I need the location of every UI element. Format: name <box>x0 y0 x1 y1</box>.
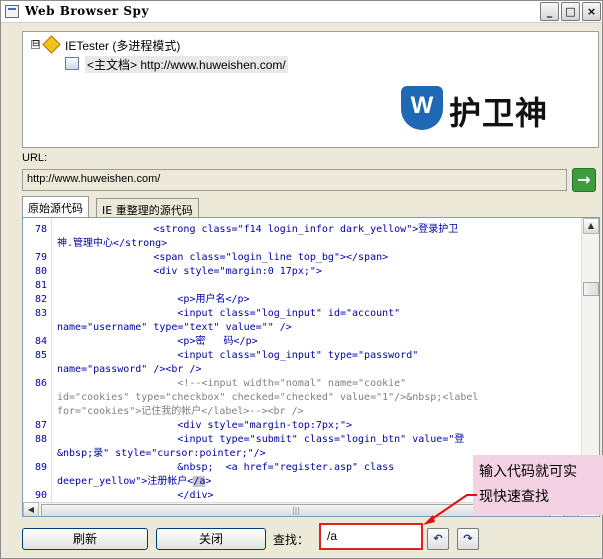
code-line: 79 <span class="login_line top_bg"></spa… <box>23 251 579 265</box>
code-line: 神.管理中心</strong> <box>23 237 579 251</box>
title-bar: Web Browser Spy _ □ × <box>1 1 602 23</box>
tab-ie-source[interactable]: IE 重整理的源代码 <box>96 198 199 217</box>
annotation-arrow-icon <box>423 494 477 525</box>
url-field[interactable]: http://www.huweishen.com/ <box>22 169 567 191</box>
line-number: 84 <box>34 336 47 347</box>
tree-document-item[interactable]: <主文档> http://www.huweishen.com/ <box>85 56 288 73</box>
scroll-up-icon[interactable]: ▲ <box>583 218 599 234</box>
browser-spy-window: Web Browser Spy _ □ × ⊟ IETester (多进程模式)… <box>0 0 603 559</box>
document-icon <box>65 57 79 70</box>
line-text: name="password" /><br /> <box>57 364 202 375</box>
code-line: 85 <input class="log_input" type="passwo… <box>23 349 579 363</box>
line-number: 89 <box>34 462 47 473</box>
line-number: 78 <box>34 224 47 235</box>
arrow-right-icon: → <box>577 170 591 189</box>
line-text: </div> <box>57 490 214 501</box>
url-label: URL: <box>22 152 48 164</box>
line-text: <strong class="f14 login_infor dark_yell… <box>57 224 459 235</box>
vertical-scroll-thumb[interactable] <box>583 282 599 296</box>
ietester-icon <box>42 35 61 54</box>
line-text: <span class="login_line top_bg"></span> <box>57 252 389 263</box>
code-line: 87 <div style="margin-top:7px;"> <box>23 419 579 433</box>
find-next-icon[interactable]: ↷ <box>457 528 479 550</box>
line-text: name="username" type="text" value="" /> <box>57 322 292 333</box>
line-number: 88 <box>34 434 47 445</box>
code-line: name="password" /><br /> <box>23 363 579 377</box>
app-icon <box>5 5 19 18</box>
minimize-icon: _ <box>546 5 553 18</box>
scroll-left-icon[interactable]: ◀ <box>23 502 39 516</box>
search-match-highlight: /a <box>193 476 206 487</box>
line-text: &nbsp;录" style="cursor:pointer;"/> <box>57 448 266 459</box>
line-text: id="cookies" type="checkbox" checked="ch… <box>57 392 479 403</box>
line-number: 80 <box>34 266 47 277</box>
logo-letter: W <box>410 92 434 119</box>
close-dialog-button[interactable]: 关闭 <box>156 528 266 550</box>
document-tree: ⊟ IETester (多进程模式) <主文档> http://www.huwe… <box>22 31 599 148</box>
code-line: 86 <!--<input width="nomal" name="cookie… <box>23 377 579 391</box>
shield-logo-icon: W <box>401 86 443 130</box>
line-number: 86 <box>34 378 47 389</box>
code-line: 81 <box>23 279 579 293</box>
line-text: 神.管理中心</strong> <box>57 238 168 249</box>
line-number: 82 <box>34 294 47 305</box>
code-line: id="cookies" type="checkbox" checked="ch… <box>23 391 579 405</box>
code-line: 78 <strong class="f14 login_infor dark_y… <box>23 223 579 237</box>
code-line: 80 <div style="margin:0 17px;"> <box>23 265 579 279</box>
line-number: 79 <box>34 252 47 263</box>
code-line: for="cookies">记住我的帐户</label>--><br /> <box>23 405 579 419</box>
code-line: 83 <input class="log_input" id="account" <box>23 307 579 321</box>
code-line: name="username" type="text" value="" /> <box>23 321 579 335</box>
line-text: &nbsp; <a href="register.asp" class <box>57 462 395 473</box>
line-number: 85 <box>34 350 47 361</box>
annotation-callout: 输入代码就可实 现快速查找 <box>473 455 603 515</box>
line-text: <input class="log_input" id="account" <box>57 308 401 319</box>
annotation-line-1: 输入代码就可实 <box>479 464 577 480</box>
refresh-button[interactable]: 刷新 <box>22 528 148 550</box>
line-text: <input type="submit" class="login_btn" v… <box>57 434 465 445</box>
code-line: 82 <p>用户名</p> <box>23 293 579 307</box>
go-button[interactable]: → <box>572 168 596 192</box>
huweishen-logo: W 护卫神 <box>401 86 571 132</box>
logo-text: 护卫神 <box>449 94 549 132</box>
find-label: 查找： <box>273 533 310 547</box>
code-line: 88 <input type="submit" class="login_btn… <box>23 433 579 447</box>
line-text: <p>用户名</p> <box>57 294 250 305</box>
line-text: <div style="margin:0 17px;"> <box>57 266 322 277</box>
line-text: <div style="margin-top:7px;"> <box>57 420 353 431</box>
annotation-line-2: 现快速查找 <box>479 489 549 505</box>
line-number: 83 <box>34 308 47 319</box>
find-input[interactable]: /a <box>319 523 423 550</box>
code-line: 84 <p>密 码</p> <box>23 335 579 349</box>
line-text: <p>密 码</p> <box>57 336 258 347</box>
window-title: Web Browser Spy <box>25 4 149 18</box>
line-number: 87 <box>34 420 47 431</box>
line-text: <input class="log_input" type="password" <box>57 350 419 361</box>
close-button[interactable]: × <box>582 2 601 21</box>
tree-collapse-icon[interactable]: ⊟ <box>31 40 40 49</box>
line-text: <!--<input width="nomal" name="cookie" <box>57 378 407 389</box>
tree-root-item[interactable]: IETester (多进程模式) <box>65 37 180 54</box>
line-text: for="cookies">记住我的帐户</label>--><br /> <box>57 406 304 417</box>
line-number: 90 <box>34 490 47 501</box>
line-number: 81 <box>34 280 47 291</box>
line-text: deeper_yellow">注册帐户</a> <box>57 476 212 487</box>
find-previous-icon[interactable]: ↶ <box>427 528 449 550</box>
tab-original-source[interactable]: 原始源代码 <box>22 196 89 217</box>
close-icon: × <box>586 5 597 18</box>
maximize-button[interactable]: □ <box>561 2 580 21</box>
minimize-button[interactable]: _ <box>540 2 559 21</box>
maximize-icon: □ <box>565 5 576 18</box>
